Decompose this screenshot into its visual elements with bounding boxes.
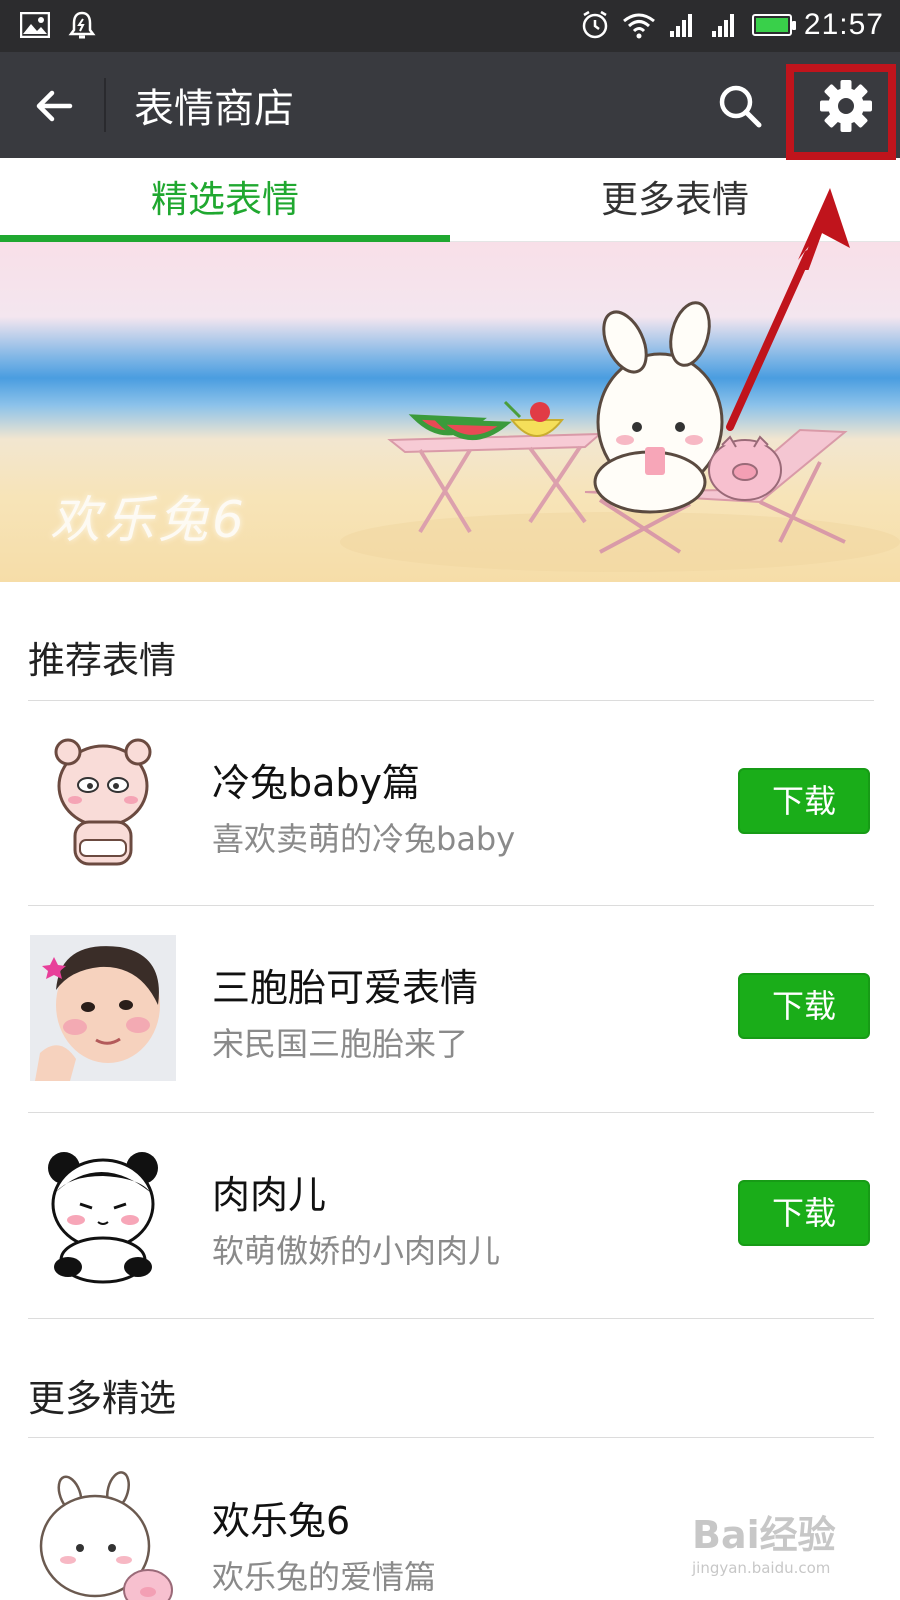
list-item[interactable]: 冷兔baby篇 喜欢卖萌的冷兔baby 下载: [0, 702, 900, 908]
alarm-icon: [582, 10, 608, 39]
sticker-name: 冷兔baby篇: [212, 761, 421, 805]
divider: [28, 1318, 874, 1319]
section-title-more-picks: 更多精选: [28, 1377, 176, 1420]
banner-title: 欢乐兔6: [50, 491, 248, 549]
sticker-name: 三胞胎可爱表情: [212, 966, 479, 1010]
search-icon[interactable]: [716, 82, 764, 130]
sticker-name: 欢乐兔6: [212, 1499, 351, 1543]
sticker-thumbnail: [54, 738, 152, 866]
list-item[interactable]: 三胞胎可爱表情 宋民国三胞胎来了 下载: [0, 907, 900, 1113]
signal-icon: [669, 14, 692, 37]
watermark: Bai经验 jingyan.baidu.com: [692, 1504, 872, 1578]
sticker-description: 软萌傲娇的小肉肉儿: [212, 1232, 501, 1270]
sticker-thumbnail: [30, 935, 176, 1081]
sticker-thumbnail: [39, 1471, 173, 1600]
download-button[interactable]: 下载: [738, 1180, 870, 1246]
divider: [28, 700, 874, 701]
divider: [28, 1437, 874, 1438]
back-arrow-icon[interactable]: [30, 82, 78, 130]
section-title-recommended: 推荐表情: [28, 639, 176, 682]
sticker-description: 喜欢卖萌的冷兔baby: [212, 820, 516, 858]
annotation-highlight-box: [786, 64, 896, 160]
page-title: 表情商店: [134, 87, 294, 131]
download-button[interactable]: 下载: [738, 768, 870, 834]
watermark-url: jingyan.baidu.com: [692, 1559, 831, 1577]
battery-icon: [751, 14, 796, 36]
app-bar: 表情商店: [0, 52, 900, 158]
image-icon: [20, 12, 50, 38]
sticker-name: 肉肉儿: [212, 1173, 327, 1217]
signal-icon-2: [711, 14, 734, 37]
tab-featured[interactable]: 精选表情: [0, 158, 450, 242]
sticker-description: 欢乐兔的爱情篇: [212, 1558, 437, 1596]
annotation-arrow: [798, 188, 850, 270]
wifi-icon: [622, 13, 655, 39]
sticker-description: 宋民国三胞胎来了: [212, 1025, 469, 1063]
watermark-text: Bai经验: [692, 1513, 836, 1557]
status-time: 21:57: [803, 8, 884, 41]
sticker-thumbnail: [48, 1152, 158, 1284]
status-bar: 21:57: [0, 0, 900, 52]
download-button[interactable]: 下载: [738, 973, 870, 1039]
list-item[interactable]: 肉肉儿 软萌傲娇的小肉肉儿 下载: [0, 1114, 900, 1320]
divider: [28, 1112, 874, 1113]
divider: [28, 905, 874, 906]
promo-banner[interactable]: 欢乐兔6: [0, 242, 900, 582]
notification-bell-icon: [68, 11, 96, 39]
app-bar-divider: [104, 78, 106, 132]
